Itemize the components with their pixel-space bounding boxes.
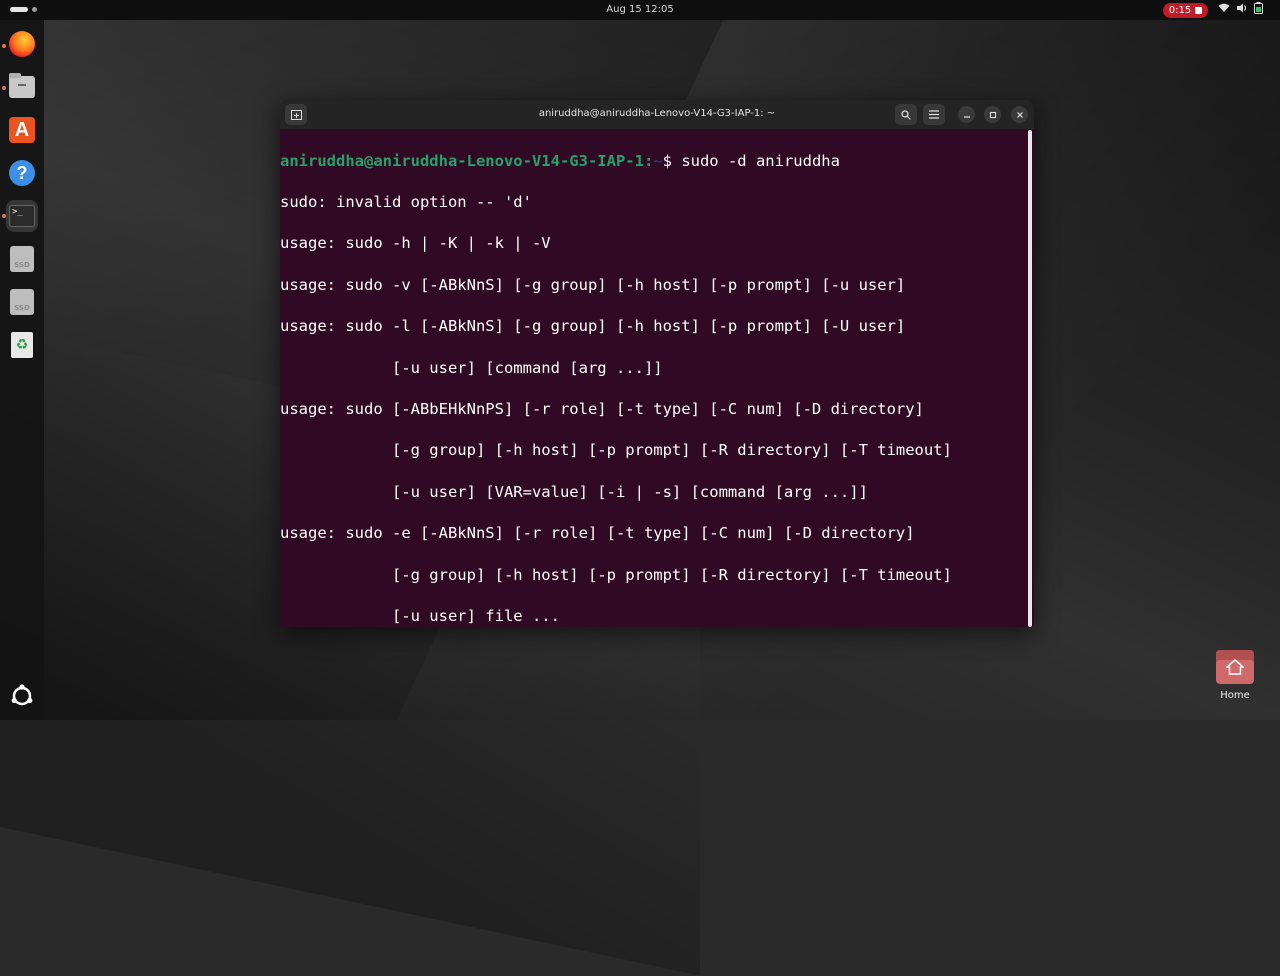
close-button[interactable] [1011, 106, 1028, 123]
system-menu[interactable] [1218, 2, 1263, 14]
terminal-line: sudo: invalid option -- 'd' [280, 193, 532, 212]
minimize-icon [963, 115, 970, 118]
search-button[interactable] [895, 104, 917, 125]
screen-recording-indicator[interactable]: 0:15 [1163, 3, 1208, 18]
files-icon [9, 73, 35, 98]
clock[interactable]: Aug 15 12:05 [0, 4, 1280, 15]
window-title: aniruddha@aniruddha-Lenovo-V14-G3-IAP-1:… [538, 108, 776, 119]
top-bar: Aug 15 12:05 0:15 [0, 0, 1280, 20]
wifi-icon [1218, 3, 1230, 12]
terminal-line: usage: sudo -e [-ABkNnS] [-r role] [-t t… [280, 524, 915, 543]
command-text: sudo -d aniruddha [681, 151, 840, 170]
house-icon [1226, 659, 1244, 675]
dock-files[interactable] [6, 71, 38, 103]
menu-button[interactable] [923, 104, 945, 125]
dock-app-center[interactable]: A [6, 114, 38, 146]
hamburger-icon [929, 110, 939, 119]
dock-terminal[interactable]: >_ [6, 200, 38, 232]
firefox-icon [9, 31, 35, 57]
help-icon: ? [9, 160, 35, 186]
show-apps-icon[interactable] [10, 684, 34, 708]
terminal-line: usage: sudo -v [-ABkNnS] [-g group] [-h … [280, 275, 906, 294]
dock: A ? >_ SSD SSD ♻ [0, 20, 44, 720]
terminal-line: usage: sudo -h | -K | -k | -V [280, 234, 551, 253]
home-folder-label[interactable]: Home [1205, 690, 1265, 701]
terminal-line: aniruddha@aniruddha-Lenovo-V14-G3-IAP-1:… [280, 151, 840, 170]
terminal-line: usage: sudo -l [-ABkNnS] [-g group] [-h … [280, 317, 906, 336]
ssd-drive-icon: SSD [10, 289, 34, 315]
minimize-button[interactable] [958, 106, 975, 123]
terminal-scrollbar[interactable] [1028, 130, 1032, 627]
dock-help[interactable]: ? [6, 157, 38, 189]
dock-ssd-drive-1[interactable]: SSD [6, 243, 38, 275]
trash-icon: ♻ [11, 332, 33, 358]
volume-icon [1237, 3, 1247, 13]
dock-ssd-drive-2[interactable]: SSD [6, 286, 38, 318]
stop-icon [1195, 7, 1203, 14]
terminal-line: usage: sudo [-ABbEHkNnPS] [-r role] [-t … [280, 400, 924, 419]
terminal-line: [-u user] [VAR=value] [-i | -s] [command… [280, 482, 868, 501]
terminal-line: [-g group] [-h host] [-p prompt] [-R dir… [280, 565, 952, 584]
recording-time: 0:15 [1168, 5, 1192, 16]
terminal-window[interactable]: aniruddha@aniruddha-Lenovo-V14-G3-IAP-1:… [280, 100, 1034, 627]
maximize-icon [989, 111, 996, 118]
prompt-path: ~ [653, 151, 663, 170]
terminal-line: [-g group] [-h host] [-p prompt] [-R dir… [280, 441, 952, 460]
battery-icon [1254, 2, 1263, 14]
app-center-icon: A [9, 117, 35, 143]
prompt-user: aniruddha@aniruddha-Lenovo-V14-G3-IAP-1 [280, 151, 644, 170]
maximize-button[interactable] [984, 106, 1001, 123]
terminal-line: [-u user] [command [arg ...]] [280, 358, 663, 377]
terminal-output[interactable]: aniruddha@aniruddha-Lenovo-V14-G3-IAP-1:… [280, 130, 1028, 627]
search-icon [901, 109, 911, 120]
ssd-drive-icon: SSD [10, 246, 34, 272]
dock-trash[interactable]: ♻ [6, 329, 38, 361]
terminal-icon: >_ [9, 205, 35, 227]
close-icon [1016, 111, 1023, 118]
terminal-line: [-u user] file ... [280, 607, 560, 625]
terminal-titlebar[interactable]: aniruddha@aniruddha-Lenovo-V14-G3-IAP-1:… [280, 100, 1034, 129]
home-folder-icon[interactable] [1216, 650, 1254, 684]
dock-firefox[interactable] [6, 28, 38, 60]
